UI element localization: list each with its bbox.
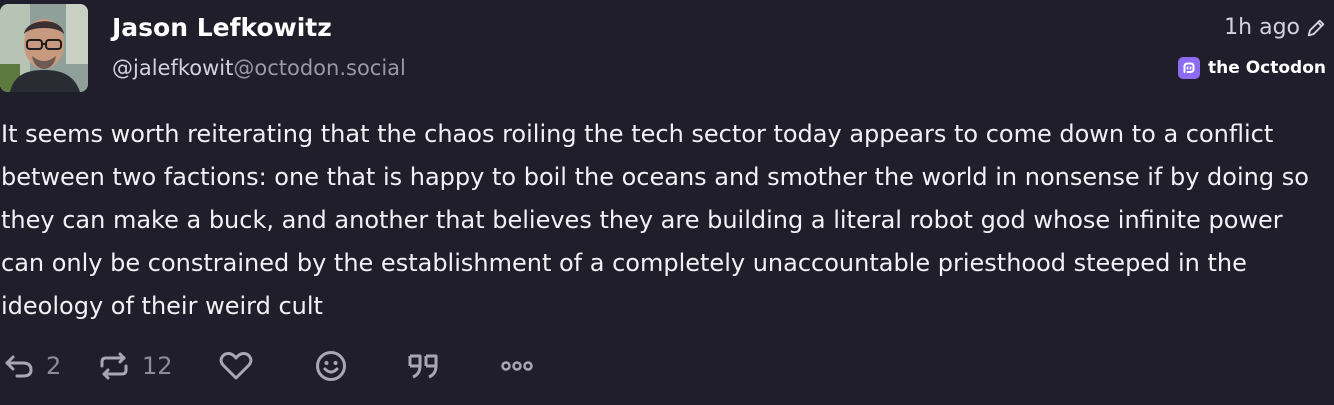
quote-icon <box>408 354 438 379</box>
status-post: Jason Lefkowitz @jalefkowit@octodon.soci… <box>0 0 1334 405</box>
reply-button[interactable]: 2 <box>2 346 61 386</box>
emoji-reaction-icon <box>316 351 346 381</box>
boost-icon <box>100 352 128 380</box>
reply-count: 2 <box>46 352 62 380</box>
instance-name: the Octodon <box>1208 58 1326 78</box>
more-icon <box>501 361 533 371</box>
status-content: It seems worth reiterating that the chao… <box>1 120 1309 320</box>
favourite-button[interactable] <box>218 346 254 386</box>
mastodon-icon <box>1178 57 1201 79</box>
favourite-icon <box>219 351 253 380</box>
emoji-reaction-button[interactable] <box>314 346 348 386</box>
avatar[interactable] <box>0 4 88 92</box>
handle-domain: @octodon.social <box>233 56 406 80</box>
handle-username: @jalefkowit <box>112 56 234 80</box>
pencil-icon[interactable] <box>1305 17 1327 39</box>
instance-badge[interactable]: the Octodon <box>1178 56 1326 80</box>
boost-button[interactable]: 12 <box>96 346 173 386</box>
boost-count: 12 <box>142 352 173 380</box>
reply-icon <box>5 355 33 378</box>
avatar-image <box>0 4 88 92</box>
author-handle[interactable]: @jalefkowit@octodon.social <box>112 56 406 80</box>
post-timestamp[interactable]: 1h ago <box>1224 15 1300 40</box>
author-display-name[interactable]: Jason Lefkowitz <box>112 13 332 42</box>
more-button[interactable] <box>500 346 536 386</box>
quote-button[interactable] <box>406 346 442 386</box>
